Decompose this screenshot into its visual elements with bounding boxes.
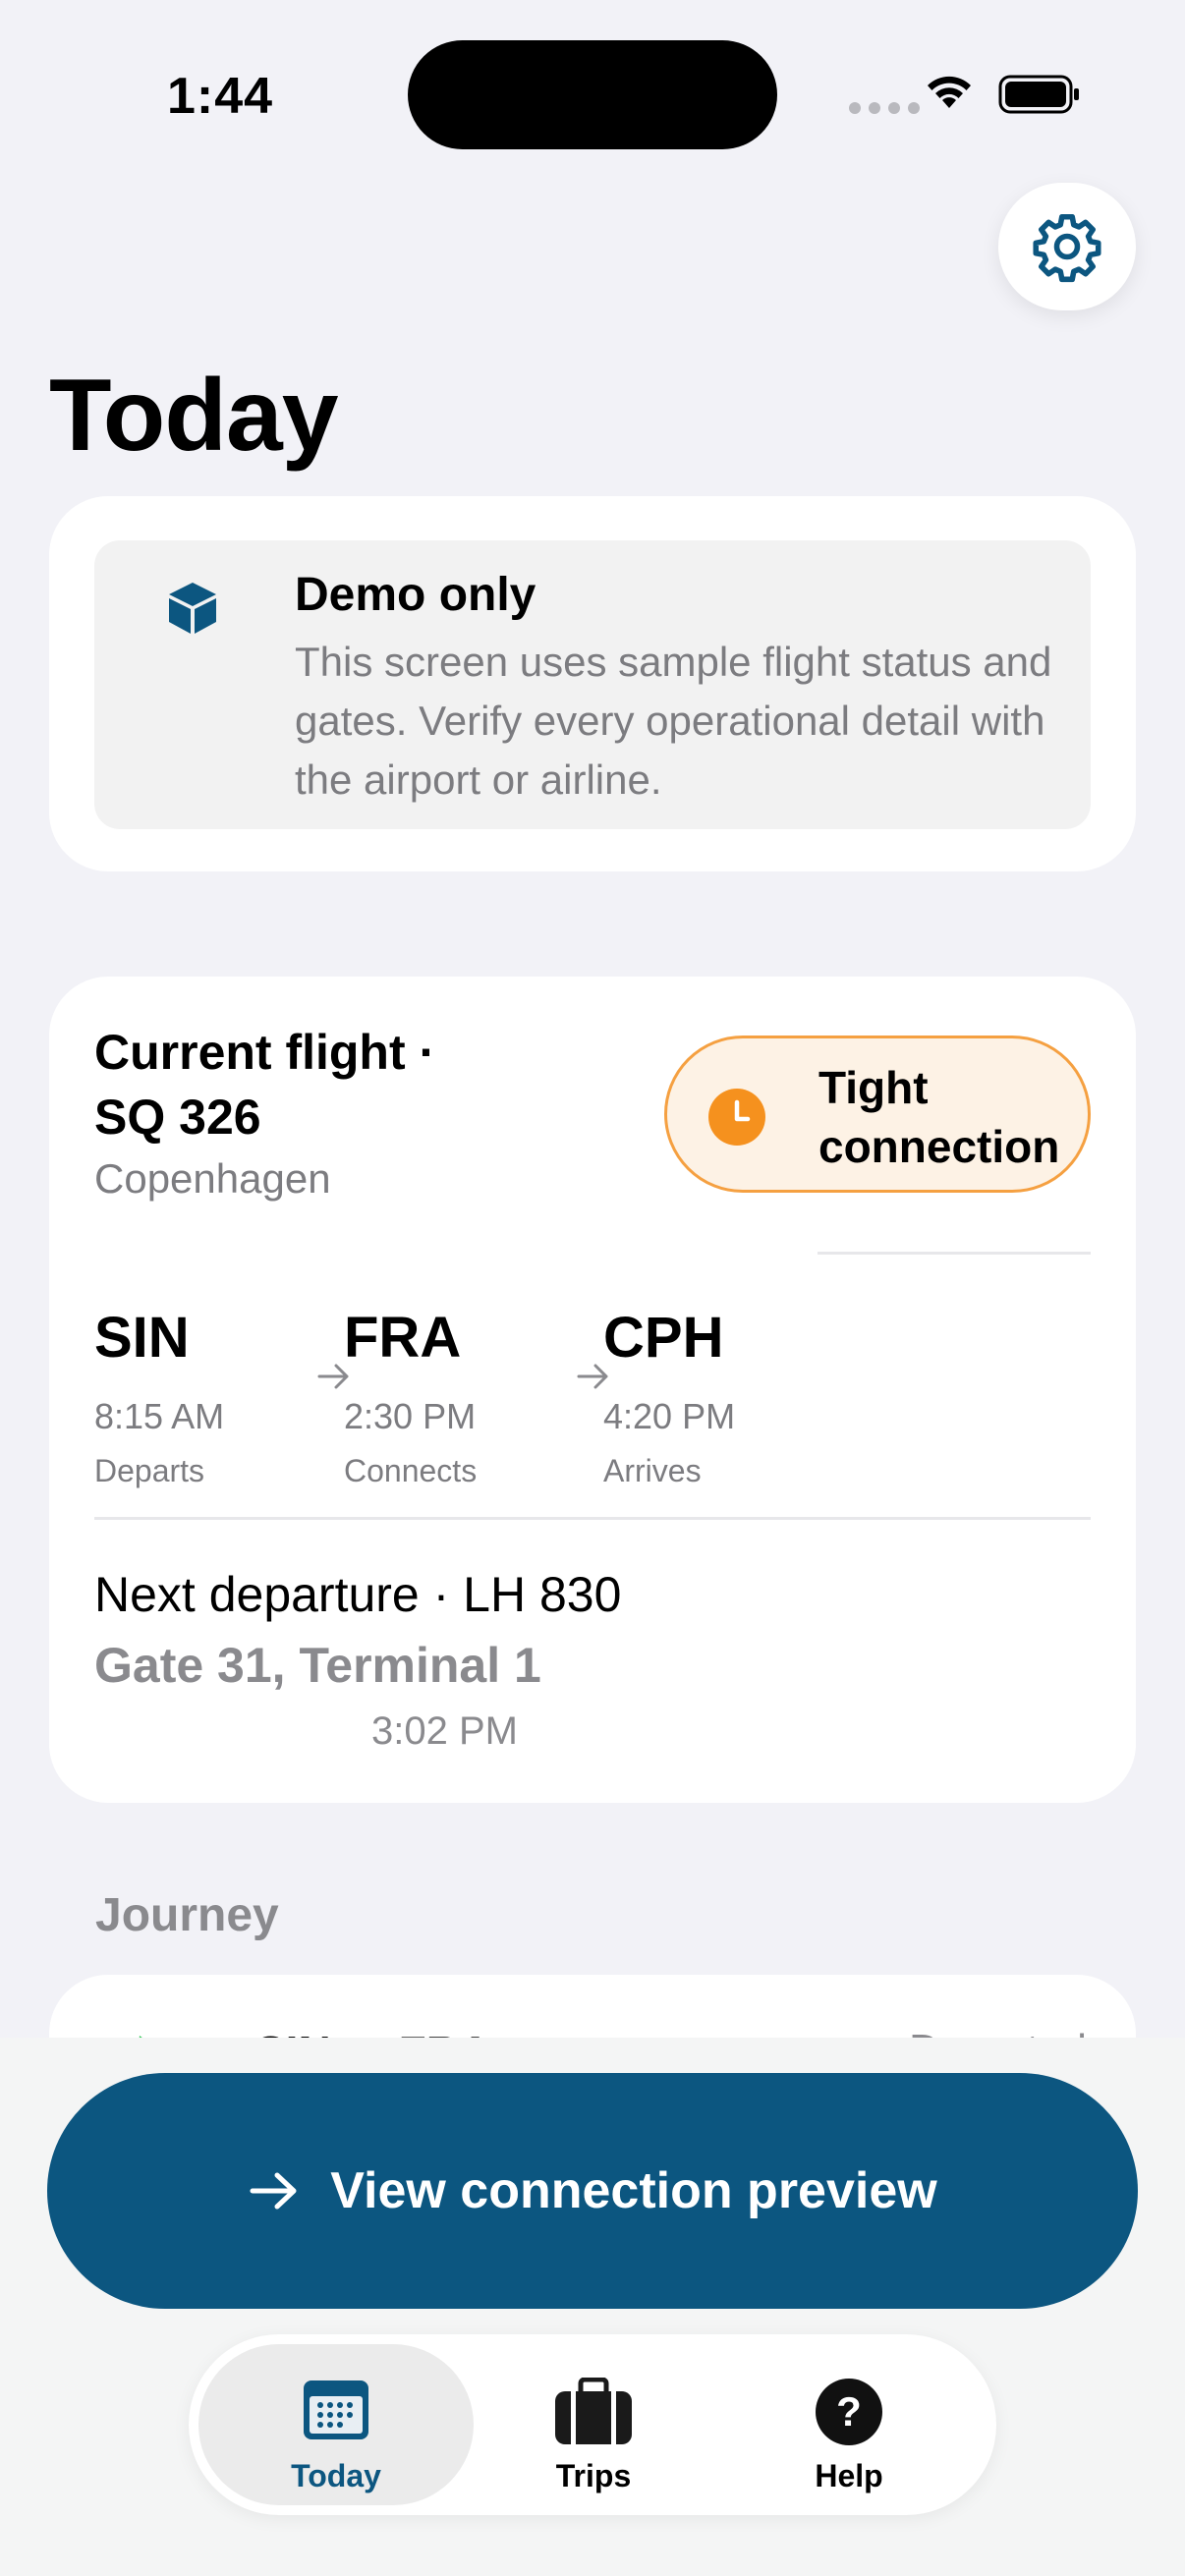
battery-icon	[998, 75, 1079, 114]
status-bar: 1:44	[0, 0, 1185, 196]
airport-code: SIN	[94, 1306, 190, 1370]
next-departure-label: Next departure · LH 830	[94, 1567, 622, 1622]
wifi-icon	[928, 76, 971, 108]
flight-title: Current flight · SQ 326	[94, 1025, 436, 1145]
demo-notice-inner: Demo only This screen uses sample flight…	[94, 540, 1091, 829]
airport-code: FRA	[344, 1306, 462, 1370]
next-departure-time: 3:02 PM	[371, 1709, 518, 1753]
airport-code: CPH	[603, 1306, 724, 1370]
question-icon: ?	[816, 2379, 882, 2445]
route-stop-destination: CPH 4:20 PM Arrives	[603, 1305, 735, 1489]
demo-notice-text: This screen uses sample flight status an…	[295, 639, 1052, 803]
stop-role: Departs	[94, 1453, 205, 1488]
cta-label: View connection preview	[330, 2162, 937, 2219]
tab-label: Trips	[555, 2458, 632, 2493]
next-departure-gate: Gate 31, Terminal 1	[94, 1638, 541, 1693]
page-title: Today	[49, 359, 339, 473]
divider	[94, 1517, 1091, 1520]
stop-role: Arrives	[603, 1453, 702, 1488]
gear-icon	[1033, 214, 1101, 283]
tab-label: Help	[815, 2458, 883, 2493]
cellular-signal-icon	[849, 102, 920, 114]
tab-today[interactable]: Today	[198, 2344, 474, 2505]
tab-label: Today	[291, 2458, 381, 2493]
stop-time: 2:30 PM	[344, 1396, 477, 1436]
view-connection-preview-button[interactable]: View connection preview	[47, 2073, 1138, 2309]
tab-trips[interactable]: Trips	[456, 2344, 731, 2505]
suitcase-icon	[555, 2378, 632, 2444]
arrow-right-icon	[250, 2172, 297, 2210]
clock-icon	[708, 1089, 765, 1146]
demo-notice-card: Demo only This screen uses sample flight…	[49, 496, 1136, 871]
route-stop-connection: FRA 2:30 PM Connects	[344, 1305, 477, 1489]
divider	[818, 1252, 1091, 1255]
flight-route: SIN 8:15 AM Departs FRA 2:30 PM Connects…	[94, 1305, 1091, 1488]
stop-time: 4:20 PM	[603, 1396, 736, 1436]
svg-text:?: ?	[836, 2388, 862, 2435]
tab-help[interactable]: ? Help	[711, 2344, 987, 2505]
box-icon	[169, 583, 216, 634]
journey-section-label: Journey	[95, 1889, 279, 1941]
current-flight-card[interactable]: Current flight · SQ 326 Copenhagen Tight…	[49, 977, 1136, 1803]
settings-button[interactable]	[998, 183, 1136, 310]
stop-role: Connects	[344, 1453, 478, 1488]
dynamic-island	[408, 40, 777, 149]
calendar-icon	[304, 2380, 368, 2439]
tab-bar: Today Trips ? Help	[189, 2334, 996, 2515]
flight-destination-city: Copenhagen	[94, 1155, 331, 1202]
badge-label: Tight connection	[818, 1062, 1060, 1172]
status-time: 1:44	[167, 68, 274, 125]
tight-connection-badge: Tight connection	[664, 1036, 1091, 1193]
demo-notice-title: Demo only	[295, 569, 536, 621]
stop-time: 8:15 AM	[94, 1396, 225, 1436]
route-stop-origin: SIN 8:15 AM Departs	[94, 1305, 224, 1489]
